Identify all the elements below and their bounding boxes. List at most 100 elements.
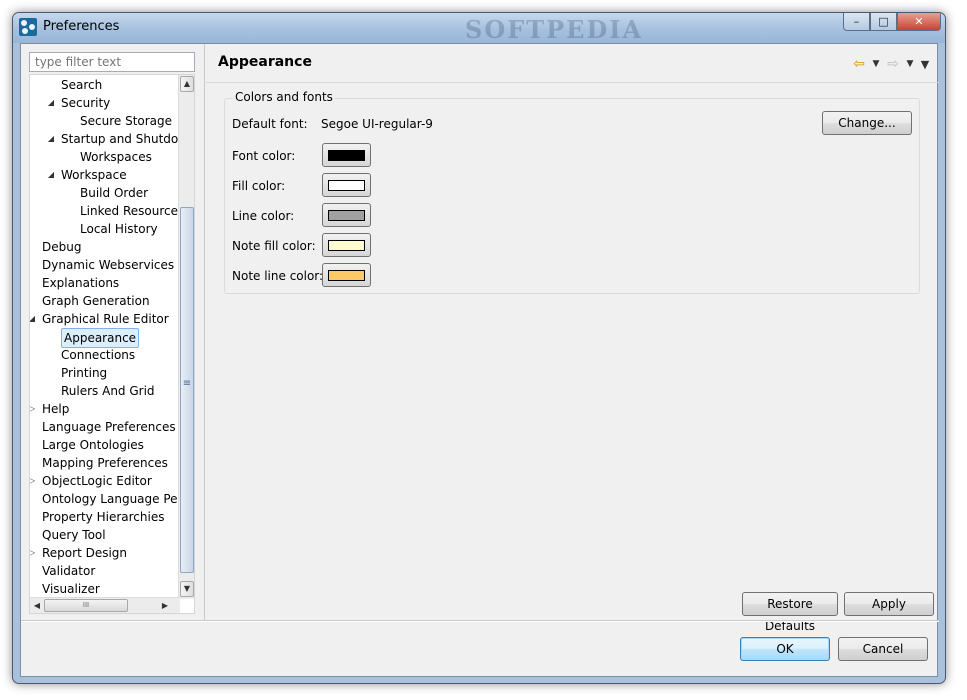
color-swatch [328,270,365,281]
tree-item-label: ObjectLogic Editor [42,474,152,488]
color-label: Note line color: [232,269,324,283]
tree-expander-spacer [65,202,75,220]
tree-expander-spacer [46,346,56,364]
cancel-button[interactable]: Cancel [838,637,928,661]
scroll-left-icon[interactable]: ◀ [30,599,44,613]
tree-item-label: Workspace [61,168,127,182]
tree-expander-icon[interactable]: ◢ [30,310,37,328]
color-swatch [328,180,365,191]
tree-expander-spacer [30,508,37,526]
color-picker-button[interactable] [322,263,371,287]
tree-expander-spacer [46,364,56,382]
scroll-grip-icon: ≡ [182,378,192,389]
color-swatch [328,240,365,251]
tree-expander-spacer [46,382,56,400]
color-picker-button[interactable] [322,233,371,257]
tree-item-label: Security [61,96,111,110]
tree-expander-spacer [30,274,37,292]
tree-expander-icon[interactable]: ▷ [30,472,37,490]
window-controls: – □ ✕ [843,13,941,33]
tree-item-label: Connections [61,348,136,362]
color-swatch [328,210,365,221]
tree-horizontal-scrollbar[interactable]: ◀ III ▶ [30,597,180,613]
color-picker-button[interactable] [322,143,371,167]
tree-item-label: Report Design [42,546,128,560]
tree-item-label: Ontology Language Per [42,492,180,506]
tree-expander-spacer [30,562,37,580]
tree-expander-spacer [65,148,75,166]
ok-button[interactable]: OK [740,637,830,661]
forward-history-dropdown-icon[interactable]: ▼ [904,59,916,69]
preference-page: Appearance ⇦ ▼ ⇨ ▼ ▼ Colors and fonts De… [206,44,939,633]
default-font-value: Segoe UI-regular-9 [321,117,433,131]
tree-expander-spacer [30,490,37,508]
tree-item-label: Local History [80,222,158,236]
scroll-down-icon[interactable]: ▼ [180,581,194,597]
group-title: Colors and fonts [233,90,335,104]
scroll-up-icon[interactable]: ▲ [180,76,194,92]
tree-expander-spacer [30,454,37,472]
tree-item-label: Search [61,78,103,92]
color-picker-button[interactable] [322,203,371,227]
tree-expander-spacer [30,580,37,598]
tree-expander-icon[interactable]: ▷ [30,544,37,562]
tree-vertical-scrollbar[interactable]: ▲ ≡ ▼ [178,75,194,599]
watermark: SOFTPEDIA [465,15,644,44]
page-title: Appearance [218,54,312,70]
tree-item-label: Help [42,402,70,416]
window-title: Preferences [43,19,120,34]
preference-tree: Search ◢ Security Secure Storage ◢ Startup an… [29,74,195,614]
scroll-right-icon[interactable]: ▶ [158,599,172,613]
tree-item-label: Printing [61,366,108,380]
forward-arrow-icon[interactable]: ⇨ [885,56,901,72]
tree-item-label: Language Preferences [42,420,176,434]
color-swatch [328,150,365,161]
back-history-dropdown-icon[interactable]: ▼ [870,59,882,69]
tree-expander-spacer [30,418,37,436]
preference-navigation-panel: Search ◢ Security Secure Storage ◢ Startup an… [21,44,205,620]
vertical-scroll-thumb[interactable]: ≡ [180,207,194,573]
tree-item-label: Build Order [80,186,149,200]
tree-item-label: Secure Storage [80,114,173,128]
minimize-button[interactable]: – [843,13,870,31]
restore-defaults-button[interactable]: Restore Defaults [742,592,838,633]
tree-item-label: Linked Resource [80,204,178,218]
tree-item-label: Dynamic Webservices [42,258,175,272]
tree-item-label: Property Hierarchies [42,510,165,524]
filter-input[interactable] [29,52,195,72]
apply-button[interactable]: Apply [844,592,934,616]
tree-item-label: Mapping Preferences [42,456,168,470]
title-bar[interactable]: Preferences SOFTPEDIA – □ ✕ [13,13,945,44]
view-menu-icon[interactable]: ▼ [919,58,931,71]
tree-expander-icon[interactable]: ◢ [46,166,56,184]
horizontal-scroll-thumb[interactable]: III [44,599,128,612]
tree-expander-icon[interactable]: ◢ [46,130,56,148]
color-picker-button[interactable] [322,173,371,197]
tree-item-label: Validator [42,564,96,578]
dialog-client-area: Search ◢ Security Secure Storage ◢ Startup an… [20,43,939,677]
tree-expander-spacer [30,238,37,256]
tree-expander-spacer [30,526,37,544]
tree-items: Search ◢ Security Secure Storage ◢ Startup an… [30,75,180,605]
default-font-label: Default font: [232,117,308,131]
tree-expander-spacer [65,184,75,202]
tree-item-label: Query Tool [42,528,106,542]
app-icon [19,18,37,36]
maximize-button[interactable]: □ [870,13,897,31]
tree-item-label: Graph Generation [42,294,150,308]
tree-item-label: Graphical Rule Editor [42,312,169,326]
back-arrow-icon[interactable]: ⇦ [851,56,867,72]
tree-expander-spacer [46,76,56,94]
tree-item-label: Startup and Shutdow [61,132,180,146]
tree-expander-icon[interactable]: ◢ [46,94,56,112]
tree-item-label: Workspaces [80,150,152,164]
tree-expander-spacer [65,220,75,238]
color-label: Font color: [232,149,296,163]
close-button[interactable]: ✕ [897,13,941,31]
title-separator [206,82,939,83]
color-label: Line color: [232,209,295,223]
tree-item-label: Appearance [61,328,140,348]
tree-expander-icon[interactable]: ▷ [30,400,37,418]
tree-item-label: Large Ontologies [42,438,144,452]
change-font-button[interactable]: Change... [822,111,912,135]
